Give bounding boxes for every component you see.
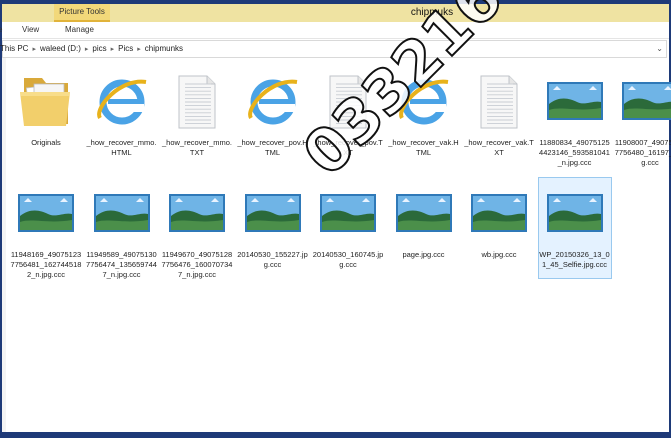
file-tile[interactable]: Originals xyxy=(10,66,82,164)
breadcrumb: This PC ▸ waleed (D:) ▸ pics ▸ Pics ▸ chipmunks xyxy=(0,41,183,57)
file-name: 20140530_160745.jpg.ccc xyxy=(312,250,384,269)
image-file-icon xyxy=(467,184,531,242)
text-file-icon xyxy=(316,72,380,130)
breadcrumb-separator-icon[interactable]: ▸ xyxy=(111,42,115,58)
file-name: wb.jpg.ccc xyxy=(481,250,517,259)
file-tile[interactable]: 11949670_490751287756476_1600707347_n.jp… xyxy=(161,178,233,279)
file-tile[interactable]: WP_20150326_13_01_45_Selfie.jpg.ccc xyxy=(537,177,612,279)
image-file-icon xyxy=(392,184,456,242)
title-bar: Picture Tools chipmuks xyxy=(2,4,669,22)
image-file-icon xyxy=(241,184,305,242)
breadcrumb-this-pc[interactable]: This PC xyxy=(0,41,28,57)
file-tile[interactable]: 11908007_490751247756480_16197_n.jpg.ccc xyxy=(614,66,671,167)
internet-explorer-icon xyxy=(90,72,154,130)
image-file-icon xyxy=(90,184,154,242)
file-name: 11880834_490751254423146_593581041_n.jpg… xyxy=(539,138,610,167)
file-list: Originals _how_recover_mmo.HTML _how_recov… xyxy=(2,58,671,432)
file-tile[interactable]: _how_recover_vak.HTML xyxy=(388,66,460,164)
picture-tools-context-tab[interactable]: Picture Tools xyxy=(54,4,110,22)
ribbon-tabs: e View Manage xyxy=(0,22,669,39)
file-tile[interactable]: _how_recover_vak.TXT xyxy=(463,66,535,164)
file-tile[interactable]: _how_recover_pov.TXT xyxy=(312,66,384,164)
file-tile[interactable]: 11948169_490751237756481_1627445182_n.jp… xyxy=(10,178,82,279)
file-name: _how_recover_mmo.HTML xyxy=(86,138,157,157)
chevron-down-icon[interactable]: ⌄ xyxy=(656,41,663,57)
file-name: page.jpg.ccc xyxy=(402,250,445,259)
image-file-icon xyxy=(316,184,380,242)
tab-manage[interactable]: Manage xyxy=(65,22,94,38)
file-tile[interactable]: 20140530_160745.jpg.ccc xyxy=(312,178,384,276)
internet-explorer-icon xyxy=(392,72,456,130)
file-name: Originals xyxy=(31,138,61,147)
file-tile[interactable]: 11949589_490751307756474_1356597447_n.jp… xyxy=(86,178,158,279)
breadcrumb-current-folder[interactable]: chipmunks xyxy=(145,41,183,57)
file-name: _how_recover_pov.TXT xyxy=(313,138,383,157)
internet-explorer-icon xyxy=(241,72,305,130)
window-frame-bottom xyxy=(0,432,671,438)
file-tile[interactable]: _how_recover_mmo.HTML xyxy=(86,66,158,164)
address-bar[interactable]: This PC ▸ waleed (D:) ▸ pics ▸ Pics ▸ chipmunks … xyxy=(0,40,667,58)
file-name: WP_20150326_13_01_45_Selfie.jpg.ccc xyxy=(539,250,610,269)
text-file-icon xyxy=(467,72,531,130)
file-tile[interactable]: _how_recover_pov.HTML xyxy=(237,66,309,164)
image-file-icon xyxy=(618,72,671,130)
navigation-pane-edge xyxy=(2,58,6,432)
file-tile[interactable]: 20140530_155227.jpg.ccc xyxy=(237,178,309,276)
file-name: 20140530_155227.jpg.ccc xyxy=(237,250,308,269)
breadcrumb-separator-icon[interactable]: ▸ xyxy=(137,42,141,58)
file-name: _how_recover_pov.HTML xyxy=(237,138,308,157)
file-name: 11949589_490751307756474_1356597447_n.jp… xyxy=(86,250,157,279)
file-tile[interactable]: 11880834_490751254423146_593581041_n.jpg… xyxy=(539,66,611,167)
file-tile[interactable]: page.jpg.ccc xyxy=(388,178,460,276)
image-file-icon xyxy=(14,184,78,242)
tab-view[interactable]: View xyxy=(22,22,39,38)
image-file-icon xyxy=(543,184,607,242)
file-name: _how_recover_mmo.TXT xyxy=(161,138,233,157)
tab-file[interactable]: e xyxy=(0,22,2,38)
image-file-icon xyxy=(543,72,607,130)
file-name: 11948169_490751237756481_1627445182_n.jp… xyxy=(10,250,82,279)
breadcrumb-separator-icon[interactable]: ▸ xyxy=(85,42,89,58)
text-file-icon xyxy=(165,72,229,130)
file-tile[interactable]: wb.jpg.ccc xyxy=(463,178,535,276)
file-name: _how_recover_vak.TXT xyxy=(464,138,534,157)
breadcrumb-pics[interactable]: pics xyxy=(92,41,106,57)
file-name: 11949670_490751287756476_1600707347_n.jp… xyxy=(161,250,233,279)
folder-icon xyxy=(14,72,78,130)
breadcrumb-pics-sub[interactable]: Pics xyxy=(118,41,133,57)
file-name: _how_recover_vak.HTML xyxy=(388,138,459,157)
breadcrumb-drive[interactable]: waleed (D:) xyxy=(40,41,81,57)
file-name: 11908007_490751247756480_16197_n.jpg.ccc xyxy=(614,138,671,167)
image-file-icon xyxy=(165,184,229,242)
file-tile[interactable]: _how_recover_mmo.TXT xyxy=(161,66,233,164)
breadcrumb-separator-icon[interactable]: ▸ xyxy=(32,42,36,58)
window-title: chipmuks xyxy=(410,7,454,18)
